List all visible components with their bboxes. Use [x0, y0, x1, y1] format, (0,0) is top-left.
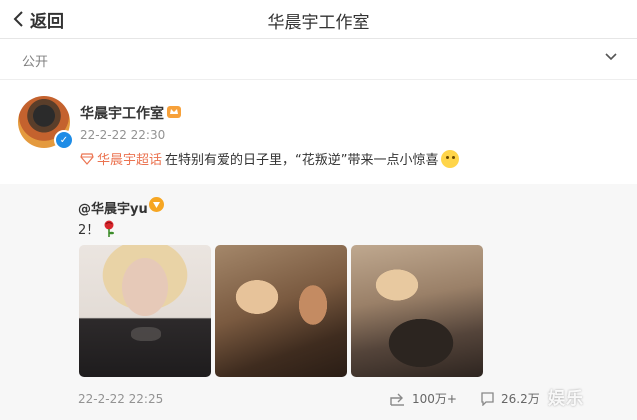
repost-photo-3[interactable] — [351, 245, 483, 377]
repost-text: 2！ — [78, 219, 116, 238]
visibility-label: 公开 — [22, 55, 49, 70]
visibility-selector[interactable]: 公开 — [0, 39, 637, 80]
forward-icon — [390, 393, 404, 406]
post-text: 在特别有爱的日子里，“花叛逆”带来一点小惊喜 — [165, 153, 439, 168]
comment-count: 26.2万 — [501, 392, 540, 406]
author-name[interactable]: 华晨宇工作室 — [80, 103, 164, 123]
repost-photo-2[interactable] — [215, 245, 347, 377]
super-topic-link[interactable]: 华晨宇超话 — [97, 149, 162, 168]
post-content: 华晨宇超话 在特别有爱的日子里，“花叛逆”带来一点小惊喜 — [80, 149, 459, 168]
photo-detail — [131, 327, 161, 341]
comment-button[interactable]: 26.2万 — [480, 390, 540, 407]
member-crown-icon — [167, 106, 181, 118]
super-topic-icon — [80, 152, 94, 165]
forward-button[interactable]: 100万+ — [390, 390, 457, 407]
repost-time: 22-2-22 22:25 — [78, 392, 164, 406]
repost-card[interactable]: @华晨宇yu 2！ 22-2-22 22:25 100万+ 26.2万 娱乐 — [0, 184, 637, 420]
rose-emoji-icon — [104, 220, 115, 237]
watermark: 娱乐 — [548, 389, 584, 409]
top-nav: 返回 华晨宇工作室 — [0, 0, 637, 39]
gold-verified-icon — [149, 197, 164, 212]
chevron-down-icon — [605, 53, 617, 61]
repost-text-content: 2！ — [78, 223, 100, 238]
verified-badge-icon: ✓ — [54, 130, 74, 150]
repost-user-link[interactable]: @华晨宇yu — [78, 198, 148, 217]
comment-icon — [481, 391, 494, 406]
post-time: 22-2-22 22:30 — [80, 128, 166, 142]
repost-photo-1[interactable] — [79, 245, 211, 377]
forward-count: 100万+ — [412, 392, 457, 406]
smile-emoji-icon — [440, 149, 459, 168]
page-title: 华晨宇工作室 — [267, 13, 370, 33]
